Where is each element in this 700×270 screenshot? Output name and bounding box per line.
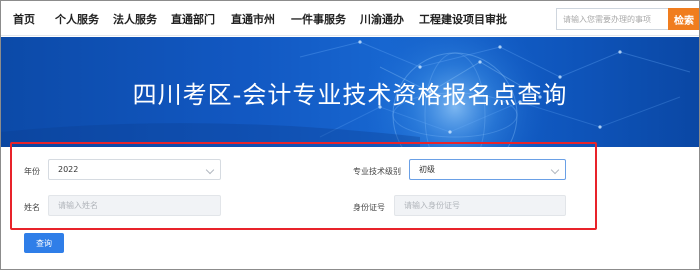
hero-banner: 四川考区-会计专业技术资格报名点查询	[0, 37, 700, 147]
nav-item-departments[interactable]: 直通部门	[171, 11, 215, 27]
top-navigation: 首页 个人服务 法人服务 直通部门 直通市州 一件事服务 川渝通办 工程建设项目…	[0, 0, 700, 36]
nav-item-sichuan-chongqing[interactable]: 川渝通办	[360, 11, 404, 27]
nav-item-legal-entity-services[interactable]: 法人服务	[113, 11, 157, 27]
nav-item-cities[interactable]: 直通市州	[231, 11, 275, 27]
highlight-annotation-frame	[10, 142, 597, 230]
page-title: 四川考区-会计专业技术资格报名点查询	[132, 81, 568, 109]
nav-item-personal-services[interactable]: 个人服务	[55, 11, 99, 27]
search-input[interactable]	[556, 8, 668, 30]
search-button[interactable]: 检索	[668, 8, 700, 30]
nav-item-one-thing-service[interactable]: 一件事服务	[291, 11, 346, 27]
nav-item-construction-approval[interactable]: 工程建设项目审批	[419, 11, 507, 27]
query-button[interactable]: 查询	[24, 233, 64, 253]
nav-item-home[interactable]: 首页	[13, 11, 35, 27]
